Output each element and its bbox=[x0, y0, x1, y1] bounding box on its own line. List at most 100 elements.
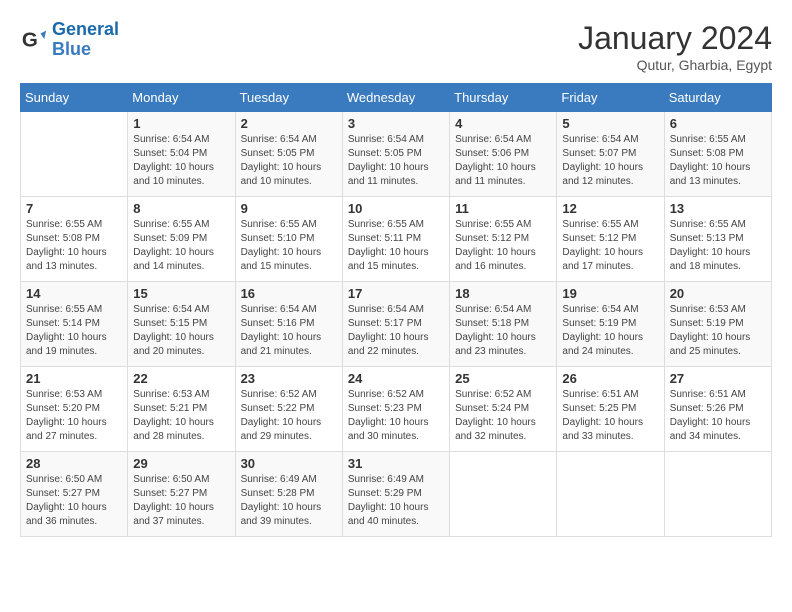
day-number: 13 bbox=[670, 201, 766, 216]
day-number: 6 bbox=[670, 116, 766, 131]
logo-text: General Blue bbox=[52, 20, 119, 60]
day-number: 19 bbox=[562, 286, 658, 301]
day-cell: 17Sunrise: 6:54 AMSunset: 5:17 PMDayligh… bbox=[342, 282, 449, 367]
day-info: Sunrise: 6:55 AMSunset: 5:11 PMDaylight:… bbox=[348, 218, 444, 274]
day-cell: 23Sunrise: 6:52 AMSunset: 5:22 PMDayligh… bbox=[235, 367, 342, 452]
day-cell bbox=[664, 452, 771, 537]
day-info: Sunrise: 6:49 AMSunset: 5:29 PMDaylight:… bbox=[348, 473, 444, 529]
day-cell: 9 Sunrise: 6:55 AMSunset: 5:10 PMDaylight… bbox=[235, 197, 342, 282]
day-number: 27 bbox=[670, 371, 766, 386]
title-section: January 2024 Qutur, Gharbia, Egypt bbox=[578, 20, 772, 73]
day-cell bbox=[21, 112, 128, 197]
day-cell: 21 Sunrise: 6:53 AMSunset: 5:20 PMDayligh… bbox=[21, 367, 128, 452]
day-number: 22 bbox=[133, 371, 229, 386]
day-cell: 6 Sunrise: 6:55 AMSunset: 5:08 PMDaylight… bbox=[664, 112, 771, 197]
day-number: 21 bbox=[26, 371, 122, 386]
day-number: 28 bbox=[26, 456, 122, 471]
logo: G General Blue bbox=[20, 20, 119, 60]
day-cell: 19 Sunrise: 6:54 AMSunset: 5:19 PMDayligh… bbox=[557, 282, 664, 367]
day-number: 10 bbox=[348, 201, 444, 216]
day-info: Sunrise: 6:52 AMSunset: 5:23 PMDaylight:… bbox=[348, 388, 444, 444]
day-cell: 29 Sunrise: 6:50 AMSunset: 5:27 PMDayligh… bbox=[128, 452, 235, 537]
week-row-4: 21 Sunrise: 6:53 AMSunset: 5:20 PMDayligh… bbox=[21, 367, 772, 452]
day-info: Sunrise: 6:54 AMSunset: 5:07 PMDaylight:… bbox=[562, 133, 658, 189]
calendar-table: SundayMondayTuesdayWednesdayThursdayFrid… bbox=[20, 83, 772, 537]
day-number: 30 bbox=[241, 456, 337, 471]
day-cell: 25Sunrise: 6:52 AMSunset: 5:24 PMDayligh… bbox=[450, 367, 557, 452]
logo-line1: General bbox=[52, 19, 119, 39]
day-info: Sunrise: 6:54 AMSunset: 5:05 PMDaylight:… bbox=[348, 133, 444, 189]
day-number: 3 bbox=[348, 116, 444, 131]
day-info: Sunrise: 6:54 AMSunset: 5:15 PMDaylight:… bbox=[133, 303, 229, 359]
day-number: 26 bbox=[562, 371, 658, 386]
day-cell: 18Sunrise: 6:54 AMSunset: 5:18 PMDayligh… bbox=[450, 282, 557, 367]
week-row-2: 7 Sunrise: 6:55 AMSunset: 5:08 PMDaylight… bbox=[21, 197, 772, 282]
svg-text:G: G bbox=[22, 28, 38, 51]
day-info: Sunrise: 6:55 AMSunset: 5:08 PMDaylight:… bbox=[26, 218, 122, 274]
day-cell: 28 Sunrise: 6:50 AMSunset: 5:27 PMDayligh… bbox=[21, 452, 128, 537]
day-number: 20 bbox=[670, 286, 766, 301]
day-cell: 16Sunrise: 6:54 AMSunset: 5:16 PMDayligh… bbox=[235, 282, 342, 367]
day-info: Sunrise: 6:54 AMSunset: 5:06 PMDaylight:… bbox=[455, 133, 551, 189]
day-info: Sunrise: 6:53 AMSunset: 5:19 PMDaylight:… bbox=[670, 303, 766, 359]
header-row: SundayMondayTuesdayWednesdayThursdayFrid… bbox=[21, 84, 772, 112]
day-info: Sunrise: 6:53 AMSunset: 5:20 PMDaylight:… bbox=[26, 388, 122, 444]
day-cell: 5 Sunrise: 6:54 AMSunset: 5:07 PMDaylight… bbox=[557, 112, 664, 197]
day-number: 9 bbox=[241, 201, 337, 216]
day-header-sunday: Sunday bbox=[21, 84, 128, 112]
day-number: 17 bbox=[348, 286, 444, 301]
day-info: Sunrise: 6:55 AMSunset: 5:09 PMDaylight:… bbox=[133, 218, 229, 274]
day-cell: 10 Sunrise: 6:55 AMSunset: 5:11 PMDayligh… bbox=[342, 197, 449, 282]
day-cell: 22 Sunrise: 6:53 AMSunset: 5:21 PMDayligh… bbox=[128, 367, 235, 452]
day-cell bbox=[450, 452, 557, 537]
day-number: 18 bbox=[455, 286, 551, 301]
day-info: Sunrise: 6:51 AMSunset: 5:26 PMDaylight:… bbox=[670, 388, 766, 444]
day-cell: 8Sunrise: 6:55 AMSunset: 5:09 PMDaylight… bbox=[128, 197, 235, 282]
day-cell: 30 Sunrise: 6:49 AMSunset: 5:28 PMDayligh… bbox=[235, 452, 342, 537]
day-number: 7 bbox=[26, 201, 122, 216]
day-number: 12 bbox=[562, 201, 658, 216]
day-info: Sunrise: 6:55 AMSunset: 5:10 PMDaylight:… bbox=[241, 218, 337, 274]
week-row-5: 28 Sunrise: 6:50 AMSunset: 5:27 PMDayligh… bbox=[21, 452, 772, 537]
day-info: Sunrise: 6:54 AMSunset: 5:19 PMDaylight:… bbox=[562, 303, 658, 359]
day-info: Sunrise: 6:54 AMSunset: 5:04 PMDaylight:… bbox=[133, 133, 229, 189]
day-cell: 11 Sunrise: 6:55 AMSunset: 5:12 PMDayligh… bbox=[450, 197, 557, 282]
day-number: 11 bbox=[455, 201, 551, 216]
day-number: 24 bbox=[348, 371, 444, 386]
day-info: Sunrise: 6:53 AMSunset: 5:21 PMDaylight:… bbox=[133, 388, 229, 444]
day-info: Sunrise: 6:55 AMSunset: 5:12 PMDaylight:… bbox=[455, 218, 551, 274]
day-cell: 4 Sunrise: 6:54 AMSunset: 5:06 PMDaylight… bbox=[450, 112, 557, 197]
day-info: Sunrise: 6:49 AMSunset: 5:28 PMDaylight:… bbox=[241, 473, 337, 529]
day-header-monday: Monday bbox=[128, 84, 235, 112]
week-row-3: 14Sunrise: 6:55 AMSunset: 5:14 PMDayligh… bbox=[21, 282, 772, 367]
day-info: Sunrise: 6:55 AMSunset: 5:13 PMDaylight:… bbox=[670, 218, 766, 274]
day-cell: 7 Sunrise: 6:55 AMSunset: 5:08 PMDaylight… bbox=[21, 197, 128, 282]
day-info: Sunrise: 6:55 AMSunset: 5:08 PMDaylight:… bbox=[670, 133, 766, 189]
page-header: G General Blue January 2024 Qutur, Gharb… bbox=[20, 20, 772, 73]
logo-line2: Blue bbox=[52, 39, 91, 59]
day-info: Sunrise: 6:50 AMSunset: 5:27 PMDaylight:… bbox=[26, 473, 122, 529]
day-cell: 24 Sunrise: 6:52 AMSunset: 5:23 PMDayligh… bbox=[342, 367, 449, 452]
day-header-tuesday: Tuesday bbox=[235, 84, 342, 112]
day-info: Sunrise: 6:54 AMSunset: 5:16 PMDaylight:… bbox=[241, 303, 337, 359]
day-number: 4 bbox=[455, 116, 551, 131]
day-cell: 15Sunrise: 6:54 AMSunset: 5:15 PMDayligh… bbox=[128, 282, 235, 367]
day-number: 29 bbox=[133, 456, 229, 471]
day-number: 31 bbox=[348, 456, 444, 471]
day-number: 5 bbox=[562, 116, 658, 131]
logo-icon: G bbox=[20, 26, 48, 54]
day-info: Sunrise: 6:50 AMSunset: 5:27 PMDaylight:… bbox=[133, 473, 229, 529]
day-header-wednesday: Wednesday bbox=[342, 84, 449, 112]
day-header-saturday: Saturday bbox=[664, 84, 771, 112]
day-cell: 27 Sunrise: 6:51 AMSunset: 5:26 PMDayligh… bbox=[664, 367, 771, 452]
day-cell: 31 Sunrise: 6:49 AMSunset: 5:29 PMDayligh… bbox=[342, 452, 449, 537]
day-number: 14 bbox=[26, 286, 122, 301]
day-cell: 20 Sunrise: 6:53 AMSunset: 5:19 PMDayligh… bbox=[664, 282, 771, 367]
day-info: Sunrise: 6:52 AMSunset: 5:24 PMDaylight:… bbox=[455, 388, 551, 444]
day-cell: 14Sunrise: 6:55 AMSunset: 5:14 PMDayligh… bbox=[21, 282, 128, 367]
day-info: Sunrise: 6:51 AMSunset: 5:25 PMDaylight:… bbox=[562, 388, 658, 444]
month-title: January 2024 bbox=[578, 20, 772, 57]
day-cell: 2Sunrise: 6:54 AMSunset: 5:05 PMDaylight… bbox=[235, 112, 342, 197]
day-info: Sunrise: 6:55 AMSunset: 5:12 PMDaylight:… bbox=[562, 218, 658, 274]
day-cell: 26 Sunrise: 6:51 AMSunset: 5:25 PMDayligh… bbox=[557, 367, 664, 452]
